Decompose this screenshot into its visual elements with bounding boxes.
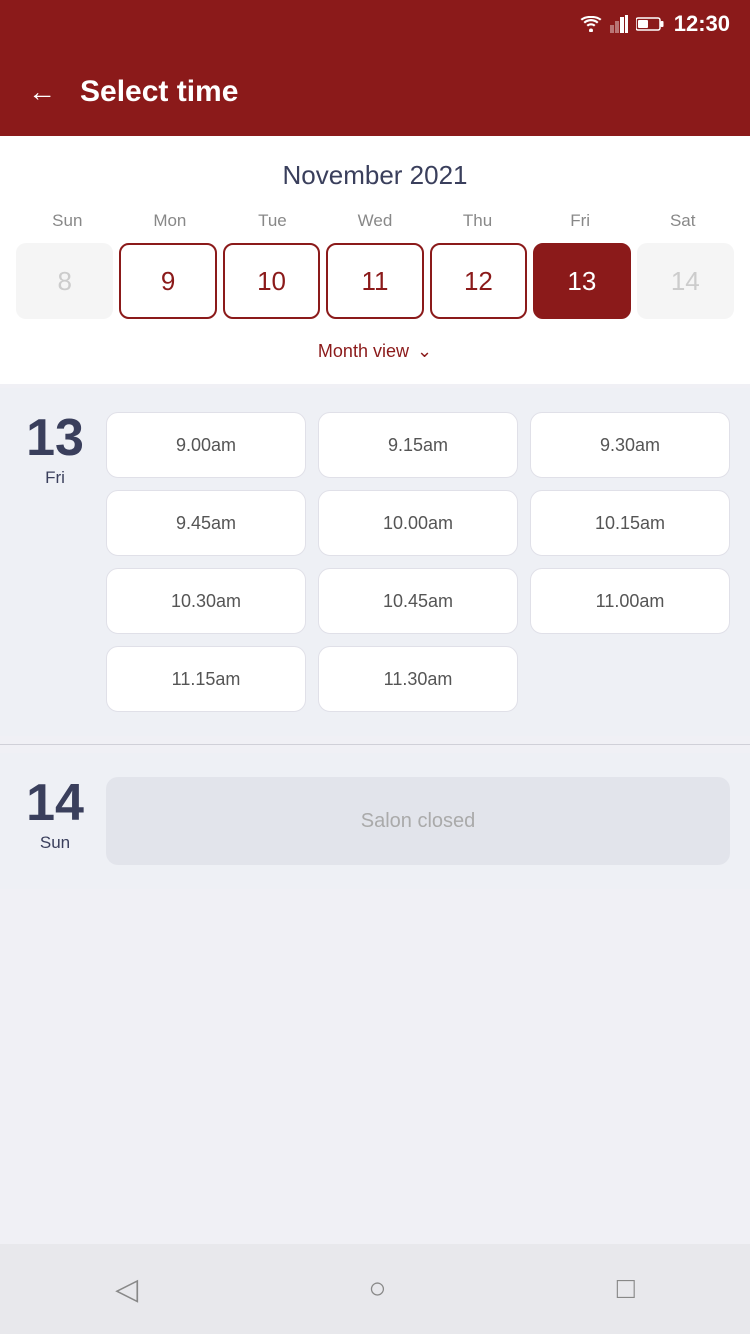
- weekday-tue: Tue: [221, 211, 324, 231]
- day13-row: 13 Fri 9.00am 9.15am 9.30am 9.45am 10.00…: [20, 412, 730, 712]
- time-slot-0[interactable]: 9.00am: [106, 412, 306, 478]
- cal-day-9[interactable]: 9: [119, 243, 216, 319]
- time-slot-10[interactable]: 11.30am: [318, 646, 518, 712]
- month-view-toggle[interactable]: Month view ⌄: [16, 335, 734, 368]
- day14-name: Sun: [40, 833, 70, 853]
- cal-day-11[interactable]: 11: [326, 243, 423, 319]
- weekday-sat: Sat: [631, 211, 734, 231]
- nav-recent-button[interactable]: [617, 1272, 635, 1306]
- weekday-sun: Sun: [16, 211, 119, 231]
- nav-home-button[interactable]: [368, 1272, 386, 1306]
- status-bar: 12:30: [0, 0, 750, 48]
- time-slot-6[interactable]: 10.30am: [106, 568, 306, 634]
- status-time: 12:30: [674, 11, 730, 37]
- status-icons: [580, 15, 664, 33]
- day14-info: 14 Sun: [20, 777, 90, 853]
- time-slot-5[interactable]: 10.15am: [530, 490, 730, 556]
- day13-info: 13 Fri: [20, 412, 90, 488]
- section-divider: [0, 744, 750, 745]
- time-slot-empty: [530, 646, 730, 712]
- cal-day-12[interactable]: 12: [430, 243, 527, 319]
- salon-closed-label: Salon closed: [361, 810, 476, 833]
- time-slot-8[interactable]: 11.00am: [530, 568, 730, 634]
- day14-section: 14 Sun Salon closed: [0, 753, 750, 889]
- cal-day-14[interactable]: 14: [637, 243, 734, 319]
- nav-back-button[interactable]: [115, 1272, 138, 1307]
- month-view-label: Month view: [318, 341, 409, 362]
- weekday-fri: Fri: [529, 211, 632, 231]
- weekday-mon: Mon: [119, 211, 222, 231]
- day13-time-grid: 9.00am 9.15am 9.30am 9.45am 10.00am 10.1…: [106, 412, 730, 712]
- wifi-icon: [580, 16, 602, 32]
- cal-day-10[interactable]: 10: [223, 243, 320, 319]
- time-slot-9[interactable]: 11.15am: [106, 646, 306, 712]
- calendar-section: November 2021 Sun Mon Tue Wed Thu Fri Sa…: [0, 136, 750, 384]
- day13-number: 13: [26, 412, 84, 464]
- chevron-down-icon: ⌄: [417, 341, 432, 362]
- day14-number: 14: [26, 777, 84, 829]
- calendar-row: 8 9 10 11 12 13 14: [16, 243, 734, 319]
- time-slot-1[interactable]: 9.15am: [318, 412, 518, 478]
- time-slot-7[interactable]: 10.45am: [318, 568, 518, 634]
- time-slot-3[interactable]: 9.45am: [106, 490, 306, 556]
- day14-row: 14 Sun Salon closed: [20, 777, 730, 865]
- weekday-headers: Sun Mon Tue Wed Thu Fri Sat: [16, 211, 734, 231]
- weekday-wed: Wed: [324, 211, 427, 231]
- page-title: Select time: [80, 75, 238, 109]
- battery-icon: [636, 16, 664, 32]
- app-header: ← Select time: [0, 48, 750, 136]
- cal-day-8[interactable]: 8: [16, 243, 113, 319]
- weekday-thu: Thu: [426, 211, 529, 231]
- cal-day-13[interactable]: 13: [533, 243, 630, 319]
- back-button[interactable]: ←: [28, 78, 56, 106]
- month-year-label: November 2021: [16, 160, 734, 191]
- day13-name: Fri: [45, 468, 65, 488]
- time-slot-2[interactable]: 9.30am: [530, 412, 730, 478]
- signal-icon: [610, 15, 628, 33]
- time-slot-4[interactable]: 10.00am: [318, 490, 518, 556]
- salon-closed-box: Salon closed: [106, 777, 730, 865]
- nav-bar: [0, 1244, 750, 1334]
- day13-section: 13 Fri 9.00am 9.15am 9.30am 9.45am 10.00…: [0, 388, 750, 736]
